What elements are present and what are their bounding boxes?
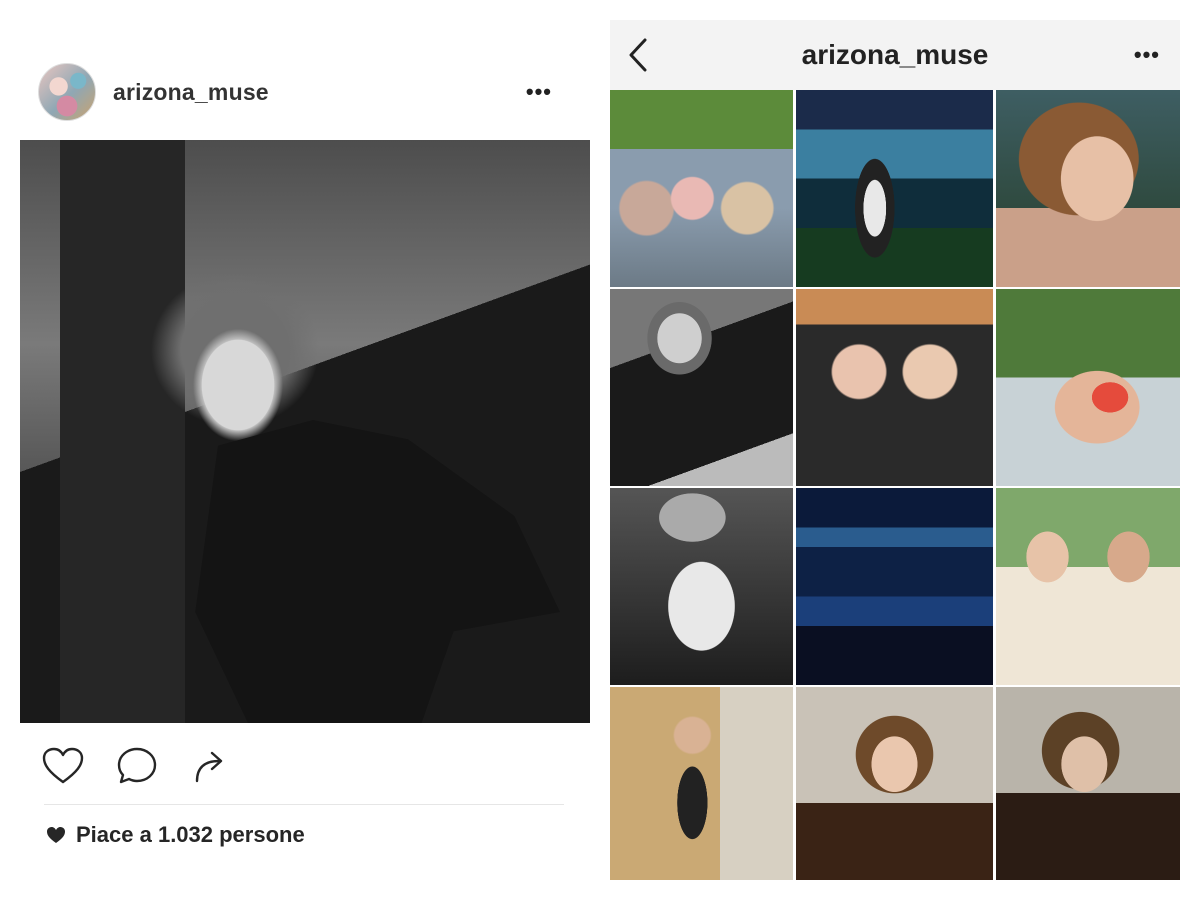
comment-icon[interactable]: [114, 744, 160, 788]
post-more-icon[interactable]: •••: [526, 79, 552, 105]
grid-photo[interactable]: [796, 289, 993, 486]
grid-photo[interactable]: [610, 289, 793, 486]
profile-nav-bar: arizona_muse •••: [610, 20, 1180, 90]
profile-view: arizona_muse •••: [610, 20, 1180, 880]
heart-icon[interactable]: [40, 744, 86, 788]
likes-count[interactable]: Piace a 1.032 persone: [46, 822, 305, 848]
avatar[interactable]: [38, 63, 96, 121]
share-icon[interactable]: [188, 744, 234, 788]
photo-grid: [610, 90, 1180, 880]
grid-photo[interactable]: [996, 90, 1180, 287]
profile-more-icon[interactable]: •••: [1134, 42, 1160, 68]
small-heart-icon: [46, 826, 66, 844]
likes-text: Piace a 1.032 persone: [76, 822, 305, 847]
profile-title: arizona_muse: [801, 39, 989, 70]
photo-figure: [195, 420, 560, 723]
post-header: arizona_muse •••: [38, 62, 578, 122]
grid-photo[interactable]: [610, 90, 793, 287]
grid-photo[interactable]: [996, 289, 1180, 486]
back-chevron-icon[interactable]: [614, 20, 662, 90]
post-username[interactable]: arizona_muse: [113, 79, 269, 106]
grid-photo[interactable]: [796, 90, 993, 287]
post-photo[interactable]: [20, 140, 590, 723]
grid-photo[interactable]: [610, 687, 793, 880]
grid-photo[interactable]: [610, 488, 793, 685]
divider: [44, 804, 564, 805]
grid-photo[interactable]: [796, 687, 993, 880]
grid-photo[interactable]: [796, 488, 993, 685]
grid-photo[interactable]: [996, 687, 1180, 880]
post-view: arizona_muse ••• Piace a 1.032 persone: [0, 0, 600, 900]
post-actions: [40, 744, 280, 788]
grid-photo[interactable]: [996, 488, 1180, 685]
